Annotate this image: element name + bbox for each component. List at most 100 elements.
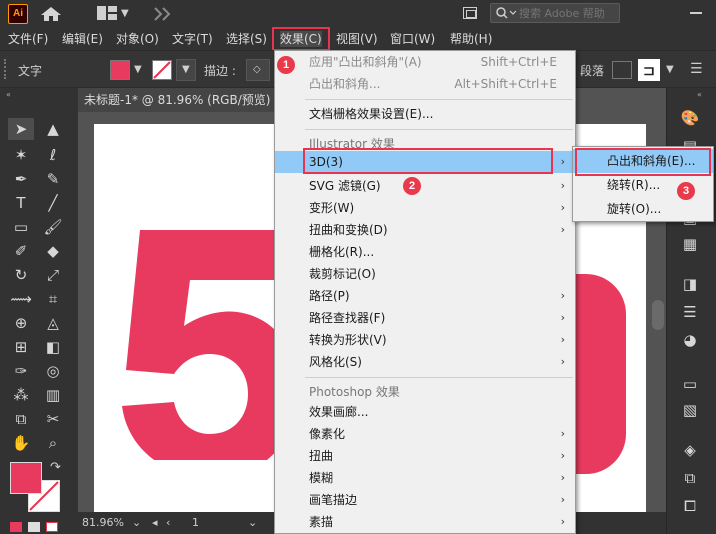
- menu-select[interactable]: 选择(S): [226, 31, 267, 47]
- window-switch-icon[interactable]: [463, 7, 477, 19]
- color-mode-icon[interactable]: [10, 522, 22, 532]
- chevron-down-icon[interactable]: ⌄: [132, 516, 141, 529]
- arrange-documents-icon[interactable]: [153, 6, 171, 25]
- collapse-icon[interactable]: «: [697, 90, 702, 99]
- symbol-sprayer-tool-icon[interactable]: ⁂: [8, 384, 34, 406]
- menu-item-rasterize[interactable]: 栅格化(R)...: [275, 241, 575, 263]
- transform-icon[interactable]: ⊐: [638, 59, 660, 81]
- shape-builder-tool-icon[interactable]: ⊕: [8, 312, 34, 334]
- pen-tool-icon[interactable]: ✒: [8, 168, 34, 190]
- graphic-styles-icon[interactable]: ▧: [679, 400, 701, 420]
- menu-item-pixelate[interactable]: 像素化 ›: [275, 423, 575, 445]
- menu-item-warp[interactable]: 变形(W) ›: [275, 197, 575, 219]
- document-tab[interactable]: 未标题-1* @ 81.96% (RGB/预览): [78, 88, 278, 112]
- chevron-down-icon[interactable]: ▼: [666, 64, 674, 75]
- artboard-tool-icon[interactable]: ⧉: [8, 408, 34, 430]
- swatches-icon[interactable]: ▦: [679, 234, 701, 254]
- menu-item-pathfinder[interactable]: 路径查找器(F) ›: [275, 307, 575, 329]
- workspace-layout-icon[interactable]: [97, 6, 117, 23]
- menu-item-effect-gallery[interactable]: 效果画廊...: [275, 401, 575, 423]
- red-shape[interactable]: [572, 274, 626, 474]
- rotate-tool-icon[interactable]: ↻: [8, 264, 34, 286]
- menu-item-brush-strokes[interactable]: 画笔描边 ›: [275, 489, 575, 511]
- none-mode-icon[interactable]: [46, 522, 58, 532]
- gradient-mode-icon[interactable]: [28, 522, 40, 532]
- panel-grip[interactable]: [4, 59, 8, 79]
- panel-menu-icon[interactable]: ☰: [690, 61, 703, 77]
- chevron-down-icon[interactable]: ▼: [134, 64, 142, 75]
- transparency-icon[interactable]: ◕: [679, 330, 701, 350]
- curvature-tool-icon[interactable]: ✎: [40, 168, 66, 190]
- perspective-grid-tool-icon[interactable]: ◬: [40, 312, 66, 334]
- menu-item-distort-transform[interactable]: 扭曲和变换(D) ›: [275, 219, 575, 241]
- links-icon[interactable]: ⧠: [679, 496, 701, 516]
- menu-item-path[interactable]: 路径(P) ›: [275, 285, 575, 307]
- menu-edit[interactable]: 编辑(E): [62, 31, 103, 47]
- chevron-down-icon[interactable]: ⌄: [248, 516, 257, 529]
- search-input[interactable]: [519, 6, 617, 20]
- free-transform-tool-icon[interactable]: ⌗: [40, 288, 66, 310]
- hand-tool-icon[interactable]: ✋: [8, 432, 34, 454]
- eraser-tool-icon[interactable]: ◆: [40, 240, 66, 262]
- paragraph-label[interactable]: 段落: [580, 62, 604, 79]
- chevron-down-icon[interactable]: ▼: [121, 8, 129, 19]
- menu-item-raster-settings[interactable]: 文档栅格效果设置(E)...: [275, 103, 575, 125]
- gradient-tool-icon[interactable]: ◧: [40, 336, 66, 358]
- mesh-tool-icon[interactable]: ⊞: [8, 336, 34, 358]
- slice-tool-icon[interactable]: ✂: [40, 408, 66, 430]
- artboard-number[interactable]: 1: [192, 516, 199, 529]
- vertical-scrollbar[interactable]: [652, 300, 664, 330]
- stroke-panel-icon[interactable]: ☰: [679, 302, 701, 322]
- gradient-panel-icon[interactable]: ◨: [679, 274, 701, 294]
- menu-item-crop-marks[interactable]: 裁剪标记(O): [275, 263, 575, 285]
- menu-help[interactable]: 帮助(H): [450, 31, 492, 47]
- zoom-level[interactable]: 81.96%: [82, 516, 124, 529]
- scale-tool-icon[interactable]: ⤢: [40, 264, 66, 286]
- width-tool-icon[interactable]: ⟿: [8, 288, 34, 310]
- lasso-tool-icon[interactable]: ℓ: [40, 144, 66, 166]
- menu-item-apply-last-effect[interactable]: 应用"凸出和斜角"(A) Shift+Ctrl+E: [275, 51, 575, 73]
- prev-artboard-icon[interactable]: ◂: [152, 516, 158, 529]
- menu-item-svg-filters[interactable]: SVG 滤镜(G) ›: [275, 175, 575, 197]
- align-icon[interactable]: [612, 61, 632, 79]
- swap-colors-icon[interactable]: ↷: [50, 460, 61, 475]
- selection-tool-icon[interactable]: ➤: [8, 118, 34, 140]
- fill-swatch[interactable]: [110, 60, 130, 80]
- submenu-item-rotate[interactable]: 旋转(O)...: [573, 197, 713, 221]
- collapse-icon[interactable]: «: [6, 90, 11, 99]
- column-graph-tool-icon[interactable]: ▥: [40, 384, 66, 406]
- fill-color-swatch-front[interactable]: [10, 462, 42, 494]
- help-search[interactable]: [490, 3, 620, 23]
- shaper-tool-icon[interactable]: ✐: [8, 240, 34, 262]
- menu-item-blur[interactable]: 模糊 ›: [275, 467, 575, 489]
- layers-icon[interactable]: ◈: [679, 440, 701, 460]
- minimize-button[interactable]: [690, 12, 702, 14]
- line-tool-icon[interactable]: ╱: [40, 192, 66, 214]
- magic-wand-tool-icon[interactable]: ✶: [8, 144, 34, 166]
- menu-view[interactable]: 视图(V): [336, 31, 378, 47]
- direct-selection-tool-icon[interactable]: ▲: [40, 118, 66, 140]
- menu-item-last-effect[interactable]: 凸出和斜角... Alt+Shift+Ctrl+E: [275, 73, 575, 95]
- menu-item-convert-to-shape[interactable]: 转换为形状(V) ›: [275, 329, 575, 351]
- blend-tool-icon[interactable]: ◎: [40, 360, 66, 382]
- home-icon[interactable]: [40, 6, 62, 25]
- menu-object[interactable]: 对象(O): [116, 31, 159, 47]
- eyedropper-tool-icon[interactable]: ✑: [8, 360, 34, 382]
- stroke-dropdown[interactable]: ▼: [176, 59, 196, 81]
- appearance-icon[interactable]: ▭: [679, 374, 701, 394]
- color-wheel-icon[interactable]: 🎨: [679, 108, 701, 128]
- rectangle-tool-icon[interactable]: ▭: [8, 216, 34, 238]
- artboards-icon[interactable]: ⧉: [679, 468, 701, 488]
- stroke-weight-stepper[interactable]: ◇: [246, 59, 270, 81]
- type-tool-icon[interactable]: T: [8, 192, 34, 214]
- first-artboard-icon[interactable]: ‹: [166, 516, 170, 529]
- menu-window[interactable]: 窗口(W): [390, 31, 435, 47]
- menu-file[interactable]: 文件(F): [8, 31, 48, 47]
- menu-item-distort[interactable]: 扭曲 ›: [275, 445, 575, 467]
- menu-item-stylize[interactable]: 风格化(S) ›: [275, 351, 575, 373]
- menu-item-sketch[interactable]: 素描 ›: [275, 511, 575, 533]
- zoom-tool-icon[interactable]: ⌕: [40, 432, 66, 454]
- paintbrush-tool-icon[interactable]: 🖌: [40, 216, 66, 238]
- menu-type[interactable]: 文字(T): [172, 31, 213, 47]
- stroke-swatch[interactable]: [152, 60, 172, 80]
